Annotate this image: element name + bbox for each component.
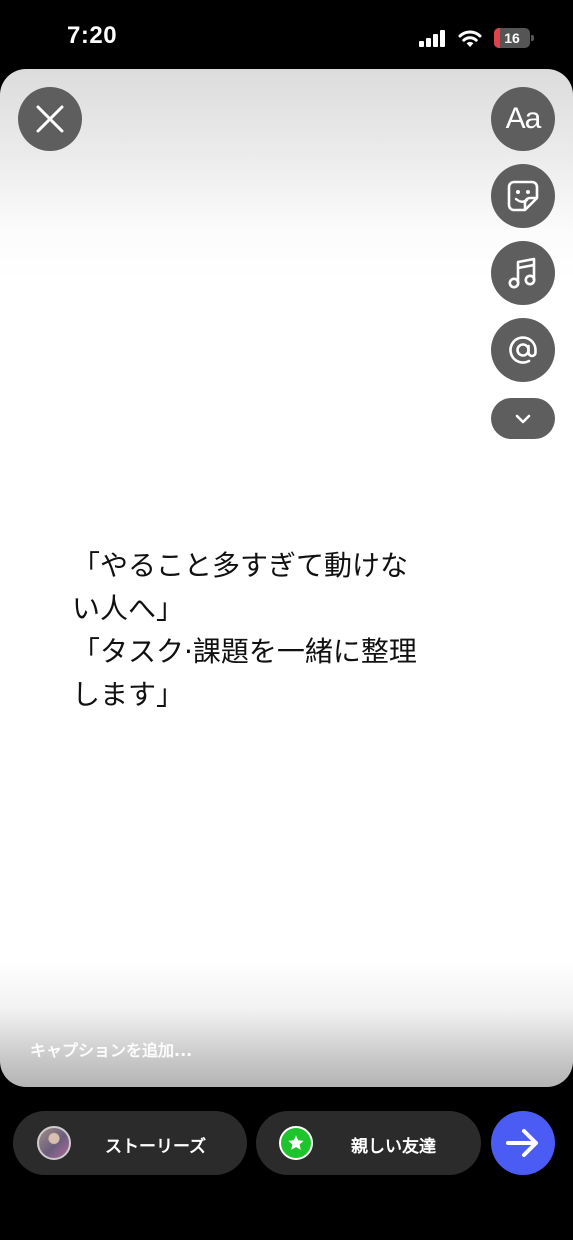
text-aa-icon: Aa xyxy=(505,102,542,135)
story-text-line: 「やること多すぎて動けな xyxy=(72,549,409,582)
story-text-line: い人へ」 xyxy=(72,592,185,625)
signal-icon xyxy=(419,30,445,47)
mention-icon xyxy=(509,336,537,364)
status-bar: 7:20 16 xyxy=(0,0,573,70)
wifi-icon xyxy=(458,30,482,47)
close-button[interactable] xyxy=(18,87,82,151)
text-tool-button[interactable]: Aa xyxy=(491,87,555,151)
battery-level: 16 xyxy=(504,30,520,46)
story-text-line: します」 xyxy=(72,678,185,711)
close-friends-button[interactable]: 親しい友達 xyxy=(256,1111,481,1175)
story-canvas[interactable]: Aa 「やること多すぎて動けな い人へ」 「タスク·課題を一緒に整理 します」 … xyxy=(0,69,573,1087)
mention-button[interactable] xyxy=(491,318,555,382)
arrow-right-icon xyxy=(506,1129,538,1157)
sticker-icon xyxy=(507,180,539,212)
star-icon xyxy=(279,1126,313,1160)
chevron-down-icon xyxy=(515,414,531,423)
battery-icon: 16 xyxy=(494,28,534,48)
music-button[interactable] xyxy=(491,241,555,305)
music-icon xyxy=(508,257,536,289)
sticker-button[interactable] xyxy=(491,164,555,228)
stories-label: ストーリーズ xyxy=(105,1137,207,1157)
avatar xyxy=(37,1126,71,1160)
status-time: 7:20 xyxy=(67,22,118,49)
close-friends-label: 親しい友達 xyxy=(351,1137,436,1157)
story-text[interactable]: 「やること多すぎて動けな い人へ」 「タスク·課題を一緒に整理 します」 xyxy=(72,544,472,716)
share-to-stories-button[interactable]: ストーリーズ xyxy=(13,1111,247,1175)
caption-input[interactable]: キャプションを追加... xyxy=(30,1037,192,1061)
close-icon xyxy=(36,105,64,133)
send-button[interactable] xyxy=(491,1111,555,1175)
story-text-line: 「タスク·課題を一緒に整理 xyxy=(72,635,417,668)
expand-tools-button[interactable] xyxy=(491,398,555,439)
